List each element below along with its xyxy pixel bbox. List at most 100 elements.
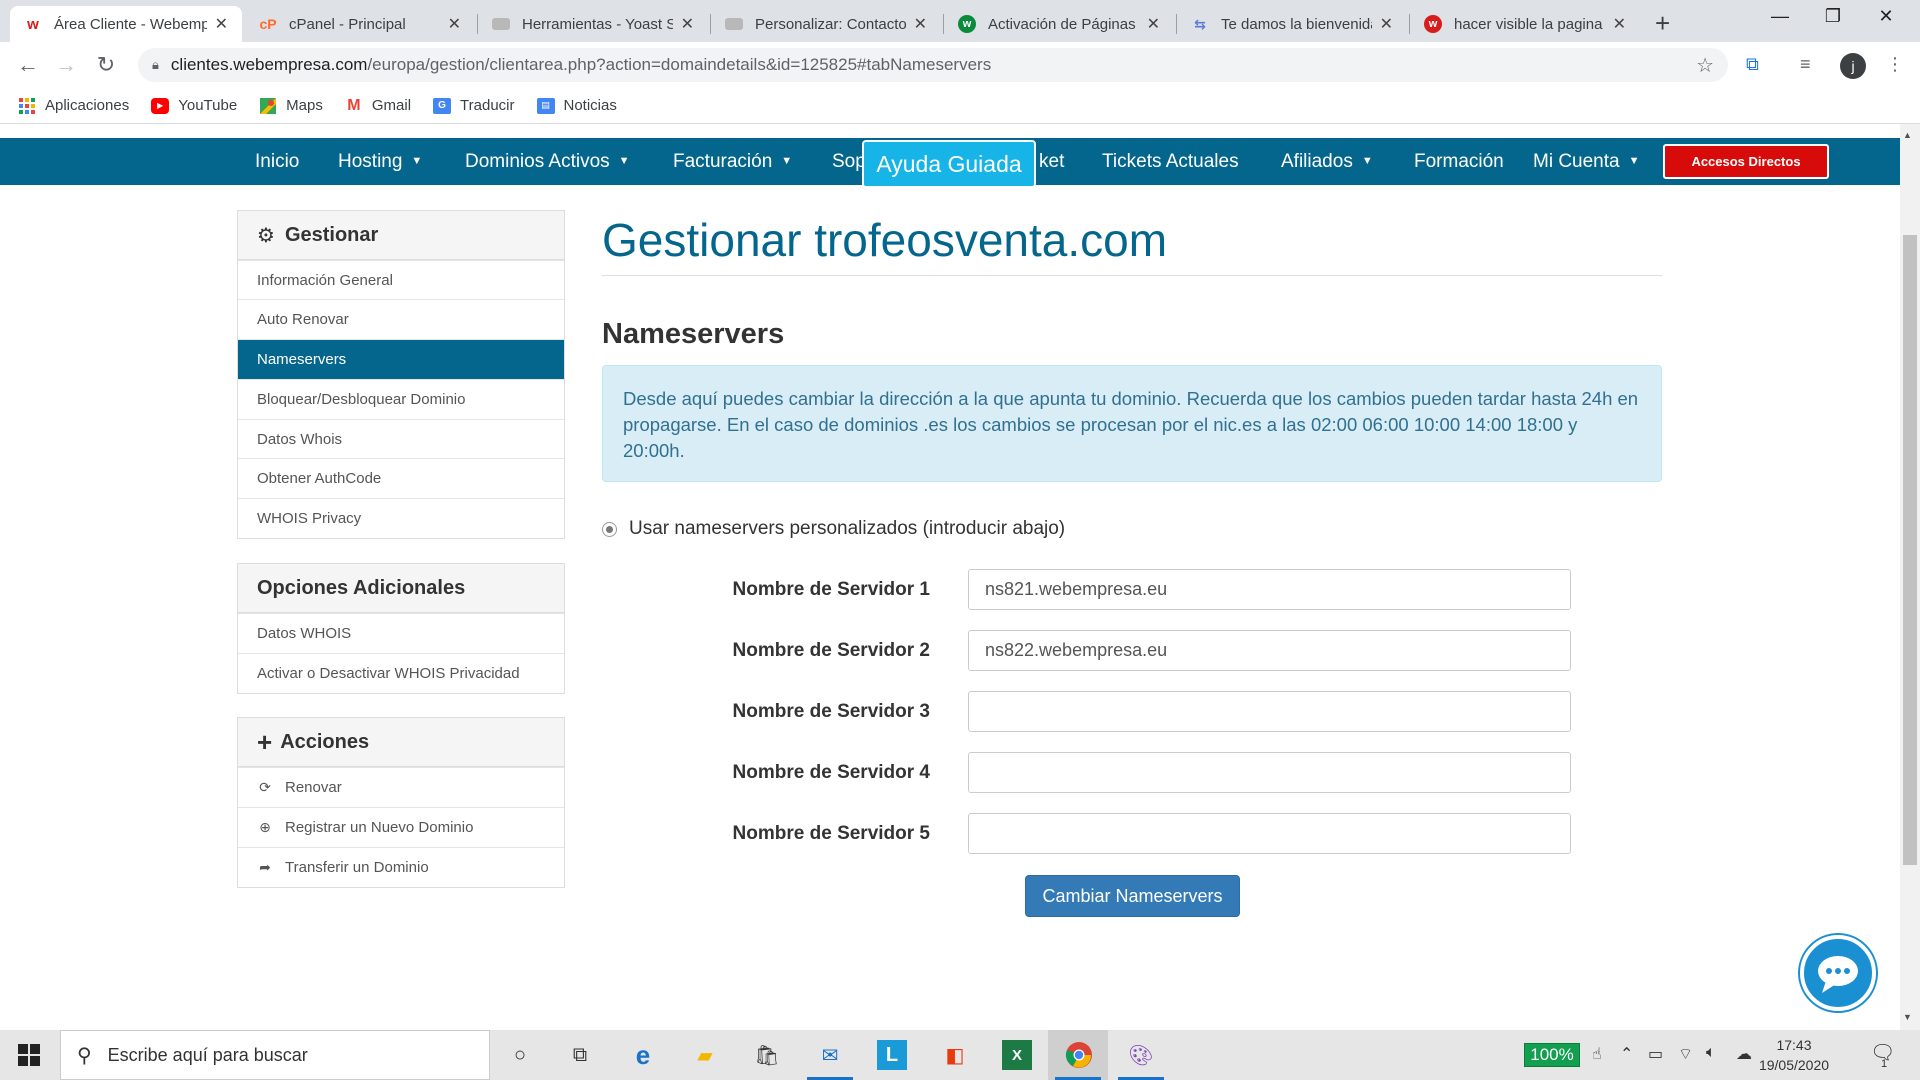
bookmark-traducir[interactable]: G Traducir (433, 97, 515, 114)
nav-formacion[interactable]: Formación (1414, 138, 1504, 185)
onedrive-icon[interactable]: ☁ (1736, 1044, 1752, 1064)
media-control-icon[interactable]: ≡ (1800, 54, 1811, 75)
tab-hacer-visible[interactable]: w hacer visible la pagina ✕ (1410, 6, 1640, 42)
close-icon[interactable]: ✕ (681, 14, 694, 34)
ns4-input[interactable] (968, 752, 1571, 793)
close-icon[interactable]: ✕ (914, 14, 927, 34)
volume-icon[interactable]: 🔈︎ (1706, 1044, 1716, 1062)
close-icon[interactable]: ✕ (448, 14, 461, 34)
scroll-down-icon[interactable]: ▼ (1903, 1012, 1912, 1022)
sidebar-item-renovar[interactable]: ⟳ Renovar (238, 767, 564, 807)
ns3-input[interactable] (968, 691, 1571, 732)
taskbar-search[interactable]: ⚲ Escribe aquí para buscar (60, 1030, 490, 1080)
tab-yoast[interactable]: Herramientas - Yoast SEO ✕ (478, 6, 708, 42)
close-window-button[interactable]: ✕ (1866, 6, 1906, 27)
nav-hosting[interactable]: Hosting ▼ (338, 138, 422, 185)
caret-down-icon: ▼ (781, 155, 793, 168)
battery-indicator[interactable]: 100% (1524, 1043, 1580, 1067)
sidebar-item-informacion-general[interactable]: Información General (238, 260, 564, 299)
sidebar-item-transferir-dominio[interactable]: ➦ Transferir un Dominio (238, 847, 564, 887)
ns1-input[interactable] (968, 569, 1571, 610)
wifi-icon[interactable]: ⌔ (1678, 1044, 1693, 1064)
forward-icon[interactable]: → (52, 52, 80, 78)
tab-bienvenida[interactable]: ⇆ Te damos la bienvenida ✕ (1177, 6, 1407, 42)
sidebar-item-label: Transferir un Dominio (285, 859, 429, 876)
sidebar-item-nameservers[interactable]: Nameservers (238, 339, 564, 379)
sidebar-item-whois-privacidad[interactable]: Activar o Desactivar WHOIS Privacidad (238, 653, 564, 693)
windows-start-icon[interactable] (18, 1044, 40, 1066)
search-placeholder: Escribe aquí para buscar (107, 1044, 308, 1065)
tab-area-cliente[interactable]: w Área Cliente - Webempresa ✕ (10, 6, 242, 42)
panel-heading: Opciones Adicionales (238, 564, 564, 613)
paint-icon[interactable]: 🎨︎ (1126, 1040, 1156, 1070)
bookmark-aplicaciones[interactable]: Aplicaciones (18, 97, 129, 114)
nav-soporte[interactable]: Sop (832, 138, 866, 185)
close-icon[interactable]: ✕ (1147, 14, 1160, 34)
new-tab-button[interactable]: + (1655, 8, 1670, 39)
sidebar-item-bloquear[interactable]: Bloquear/Desbloquear Dominio (238, 379, 564, 419)
scrollbar-thumb[interactable] (1903, 235, 1917, 865)
close-icon[interactable]: ✕ (215, 14, 228, 34)
tab-cpanel[interactable]: cP cPanel - Principal ✕ (245, 6, 475, 42)
bookmark-label: Traducir (460, 97, 515, 114)
bookmark-gmail[interactable]: M Gmail (345, 97, 411, 115)
office-icon[interactable]: ◧ (940, 1040, 970, 1070)
reload-icon[interactable]: ↻ (92, 52, 120, 78)
nav-inicio[interactable]: Inicio (255, 138, 299, 185)
mail-icon[interactable]: ✉ (815, 1040, 845, 1070)
clock-time: 17:43 (1776, 1037, 1812, 1053)
accesos-directos-button[interactable]: Accesos Directos (1663, 144, 1829, 179)
ns5-input[interactable] (968, 813, 1571, 854)
sidebar-item-authcode[interactable]: Obtener AuthCode (238, 458, 564, 498)
translate-icon: ⇆ (1194, 15, 1206, 32)
custom-nameservers-option[interactable]: Usar nameservers personalizados (introdu… (602, 518, 1065, 540)
ayuda-guiada-button[interactable]: Ayuda Guiada (862, 140, 1036, 188)
excel-icon[interactable]: X (1002, 1040, 1032, 1070)
cortana-icon[interactable]: ○ (505, 1040, 535, 1070)
close-icon[interactable]: ✕ (1380, 14, 1393, 34)
ns2-input[interactable] (968, 630, 1571, 671)
taskbar-clock[interactable]: 17:43 19/05/2020 (1754, 1035, 1834, 1075)
restore-button[interactable]: ❐ (1813, 6, 1853, 27)
nav-afiliados[interactable]: Afiliados ▼ (1281, 138, 1373, 185)
nav-facturacion[interactable]: Facturación ▼ (673, 138, 792, 185)
scroll-up-icon[interactable]: ▲ (1903, 130, 1912, 140)
touch-icon[interactable]: ☝ (1592, 1044, 1602, 1064)
file-explorer-icon[interactable]: ▰ (690, 1040, 720, 1070)
clock-date: 19/05/2020 (1758, 1057, 1830, 1073)
back-icon[interactable]: ← (14, 52, 42, 78)
close-icon[interactable]: ✕ (1613, 14, 1626, 34)
bookmark-youtube[interactable]: ▶ YouTube (151, 97, 237, 114)
bookmark-star-icon[interactable]: ☆ (1696, 53, 1714, 78)
l-app-icon[interactable]: L (877, 1040, 907, 1070)
task-view-icon[interactable]: ⧉ (565, 1040, 595, 1070)
sidebar-item-auto-renovar[interactable]: Auto Renovar (238, 299, 564, 339)
chrome-icon[interactable] (1064, 1040, 1094, 1070)
chevron-up-icon[interactable]: ⌃ (1620, 1044, 1633, 1064)
sidebar-item-datos-whois-extra[interactable]: Datos WHOIS (238, 613, 564, 653)
tab-personalizar[interactable]: Personalizar: Contacto ✕ (711, 6, 941, 42)
tab-amp[interactable]: w Activación de Páginas AMP ✕ (944, 6, 1174, 42)
edge-icon[interactable]: e (628, 1040, 658, 1070)
bookmark-maps[interactable]: Maps (259, 97, 323, 114)
chat-widget-button[interactable] (1800, 935, 1876, 1011)
sidebar-item-datos-whois[interactable]: Datos Whois (238, 419, 564, 458)
nav-ticket[interactable]: ket (1039, 138, 1064, 185)
sidebar-item-registrar-dominio[interactable]: ⊕ Registrar un Nuevo Dominio (238, 807, 564, 847)
cambiar-nameservers-button[interactable]: Cambiar Nameservers (1025, 875, 1240, 917)
radio-button[interactable] (602, 521, 617, 537)
store-icon[interactable]: 🛍︎ (752, 1040, 782, 1070)
nav-mi-cuenta[interactable]: Mi Cuenta ▼ (1533, 138, 1640, 185)
battery-icon[interactable]: ▭ (1648, 1044, 1663, 1064)
ns5-label: Nombre de Servidor 5 (732, 823, 930, 844)
nav-tickets-actuales[interactable]: Tickets Actuales (1102, 138, 1239, 185)
minimize-button[interactable]: — (1760, 6, 1800, 27)
bookmark-noticias[interactable]: ▤ Noticias (536, 97, 617, 114)
menu-icon[interactable]: ⋮ (1886, 54, 1904, 75)
extension-icon[interactable]: ⧉ (1746, 54, 1759, 75)
url-field[interactable]: 🔒︎ clientes.webempresa.com/europa/gestio… (138, 48, 1728, 82)
sidebar-item-whois-privacy[interactable]: WHOIS Privacy (238, 498, 564, 538)
tab-title: Área Cliente - Webempresa (54, 15, 207, 33)
profile-avatar[interactable]: j (1840, 53, 1866, 79)
nav-dominios-activos[interactable]: Dominios Activos ▼ (465, 138, 630, 185)
